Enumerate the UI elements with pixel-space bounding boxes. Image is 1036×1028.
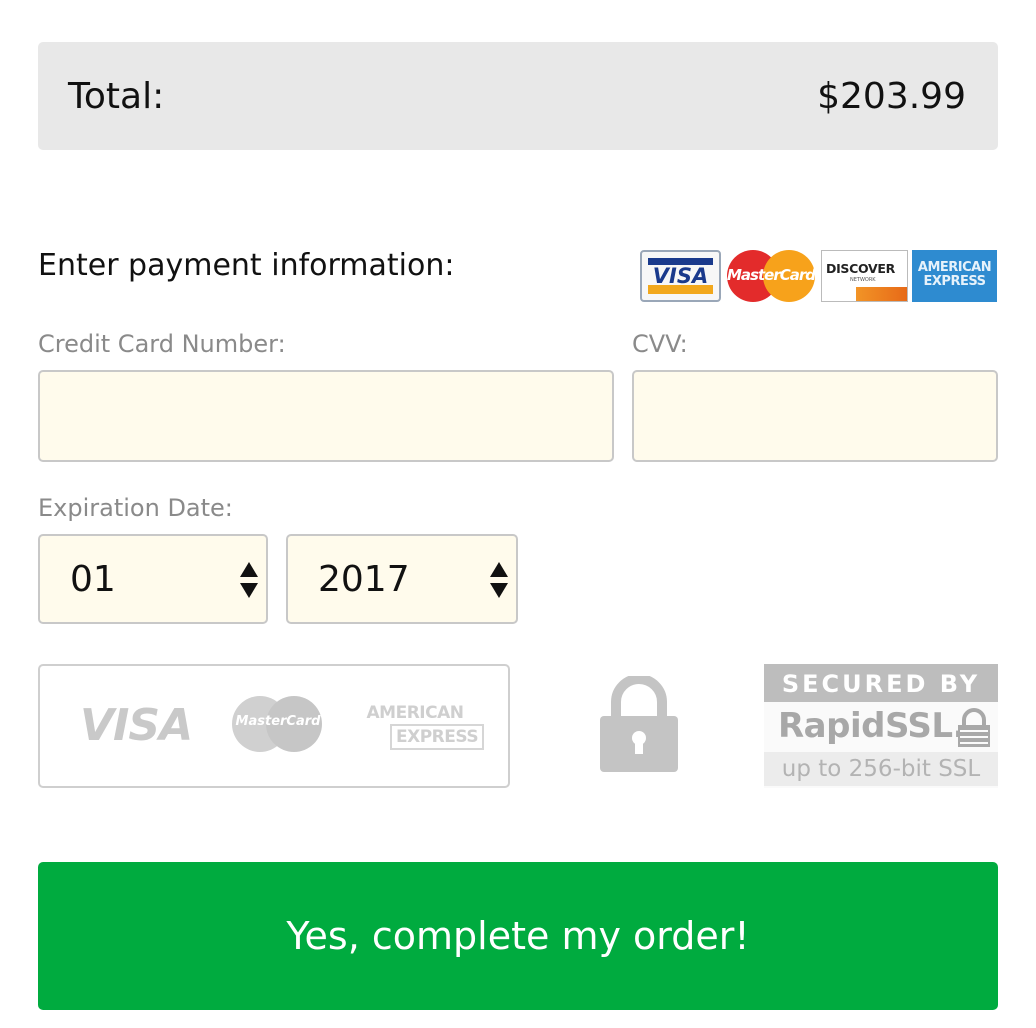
ssl-lock-icon [958,708,990,747]
payment-heading: Enter payment information: [38,248,455,283]
expiration-month-value: 01 [70,558,116,600]
accepted-cards-logos: VISA MasterCard DISCOVER NETWORK AMERICA… [640,250,997,304]
ssl-strength: up to 256-bit SSL [764,752,998,786]
cvv-label: CVV: [632,330,688,358]
accepted-cards-badge: VISA MasterCard AMERICAN EXPRESS [38,664,510,788]
card-number-label: Credit Card Number: [38,330,286,358]
complete-order-button[interactable]: Yes, complete my order! [38,862,998,1010]
amex-faded-icon: AMERICAN EXPRESS [360,702,485,750]
select-arrows-icon [240,562,258,598]
visa-logo-icon: VISA [640,250,721,302]
expiration-year-value: 2017 [318,558,410,600]
select-arrows-icon [490,562,508,598]
discover-logo-icon: DISCOVER NETWORK [821,250,908,302]
total-value: $203.99 [817,75,966,117]
order-total-bar: Total: $203.99 [38,42,998,150]
total-label: Total: [68,75,165,117]
expiration-month-select[interactable]: 01 [38,534,268,624]
card-number-input[interactable] [38,370,614,462]
ssl-brand: RapidSSL. [778,706,965,746]
expiration-label: Expiration Date: [38,494,233,522]
mastercard-faded-icon: MasterCard [232,694,324,754]
lock-icon [598,674,680,772]
rapidssl-badge: SECURED BY RapidSSL. up to 256-bit SSL [764,664,998,788]
visa-faded-icon: VISA [80,700,193,751]
cvv-input[interactable] [632,370,998,462]
mastercard-logo-icon: MasterCard [725,250,817,302]
amex-logo-icon: AMERICAN EXPRESS [912,250,997,302]
ssl-secured-by: SECURED BY [764,664,998,702]
expiration-year-select[interactable]: 2017 [286,534,518,624]
